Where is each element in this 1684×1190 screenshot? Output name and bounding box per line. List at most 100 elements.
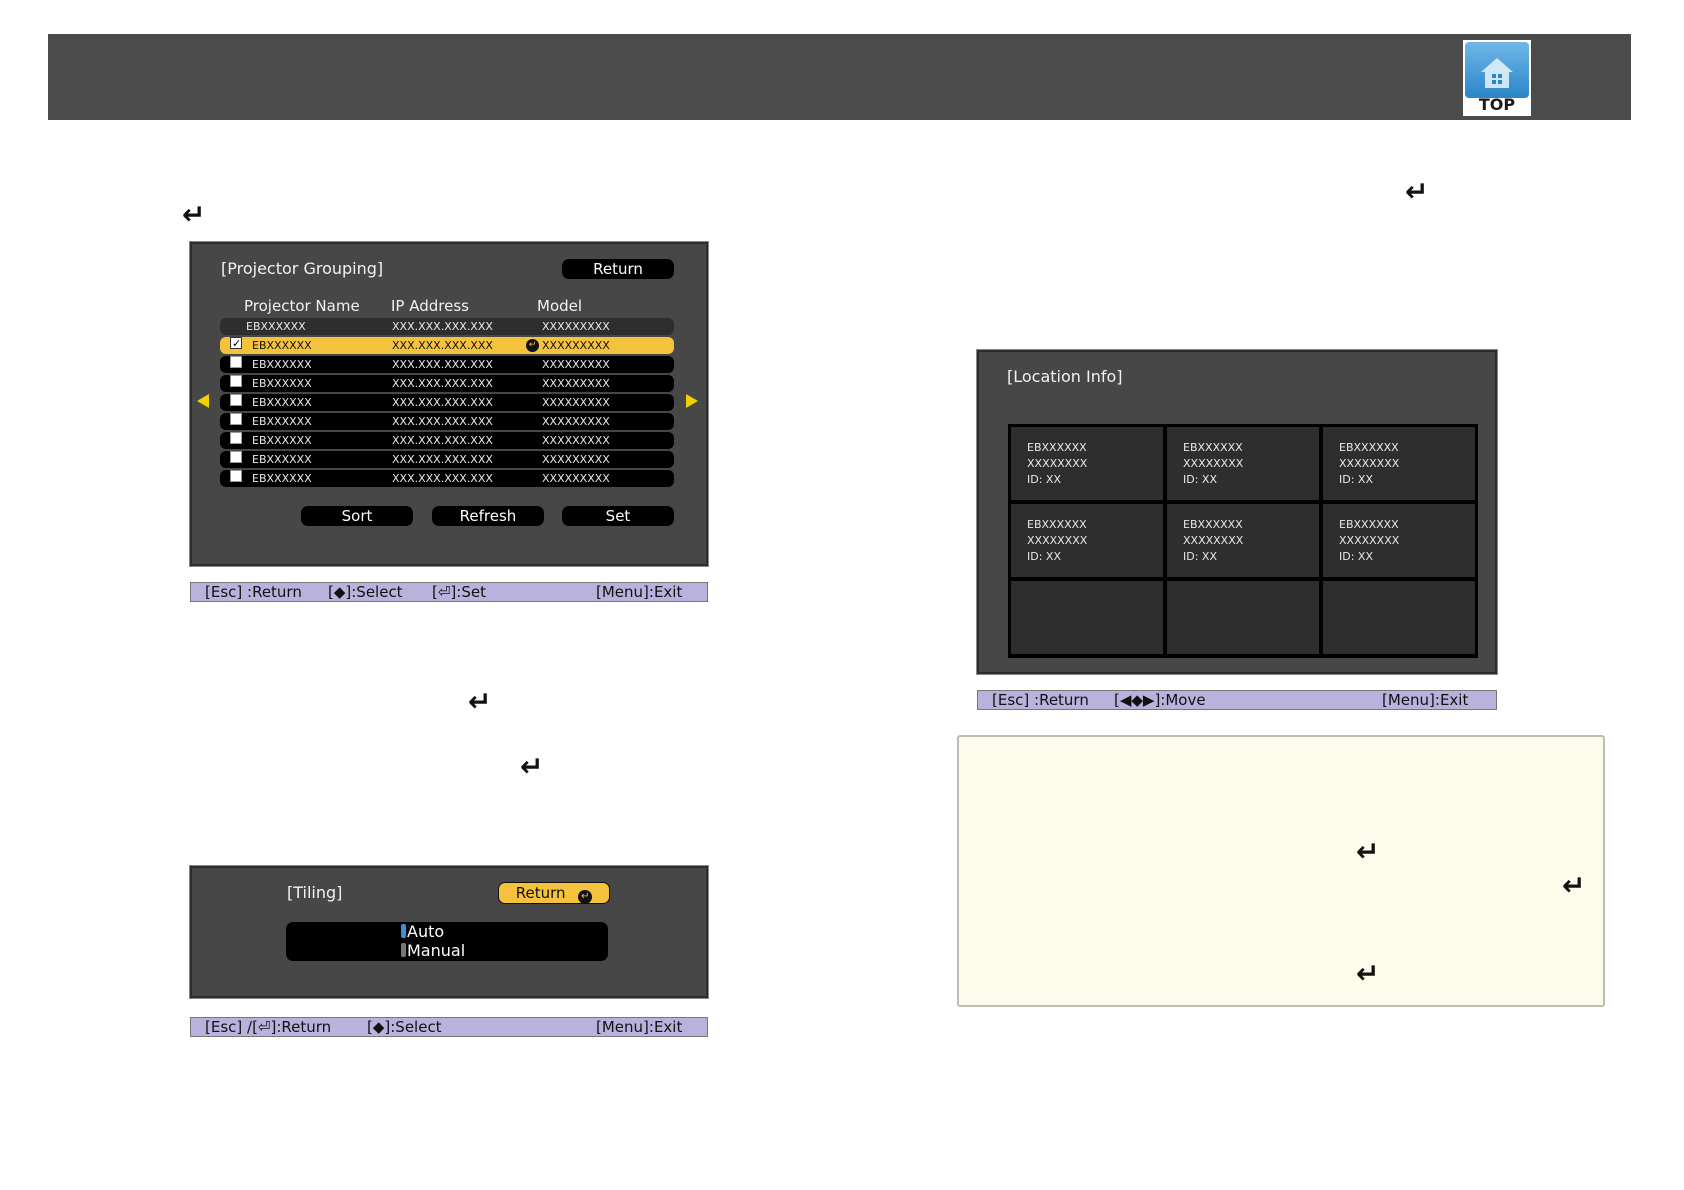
location-cell[interactable]: EBXXXXXX XXXXXXXX ID: XX [1166,503,1320,578]
checkbox[interactable] [230,470,242,482]
cell-id: ID: XX [1339,473,1373,486]
projector-ip: XXX.XXX.XXX.XXX [392,320,493,333]
projector-row[interactable]: EBXXXXXX XXX.XXX.XXX.XXX XXXXXXXXX [220,356,674,373]
projector-name: EBXXXXXX [252,377,312,390]
cell-projector-name: EBXXXXXX [1027,518,1087,531]
checkbox-checked[interactable]: ✓ [230,337,242,350]
status-menu: [Menu]:Exit [596,583,683,601]
cell-id: ID: XX [1183,550,1217,563]
status-esc: [Esc] :Return [205,583,302,601]
status-select: [◆]:Select [367,1018,442,1036]
enter-icon: ↵ [468,685,492,718]
top-link[interactable]: TOP [1463,40,1531,116]
projector-row[interactable]: EBXXXXXX XXX.XXX.XXX.XXX XXXXXXXXX [220,451,674,468]
note-box [957,735,1605,1007]
location-cell[interactable]: EBXXXXXX XXXXXXXX ID: XX [1010,503,1164,578]
projector-name: EBXXXXXX [252,415,312,428]
checkbox[interactable] [230,432,242,444]
projector-ip: XXX.XXX.XXX.XXX [392,377,493,390]
projector-ip: XXX.XXX.XXX.XXX [392,472,493,485]
page-left-arrow-icon[interactable] [197,394,209,408]
location-cell[interactable]: EBXXXXXX XXXXXXXX ID: XX [1322,503,1476,578]
projector-row[interactable]: EBXXXXXX XXX.XXX.XXX.XXX XXXXXXXXX [220,413,674,430]
cell-projector-name: EBXXXXXX [1183,441,1243,454]
enter-icon: ↵ [526,339,539,352]
projector-row[interactable]: EBXXXXXX XXX.XXX.XXX.XXX XXXXXXXXX [220,375,674,392]
refresh-button[interactable]: Refresh [432,506,544,526]
cell-projector-name: EBXXXXXX [1339,518,1399,531]
tiling-option-manual[interactable]: Manual [401,941,465,960]
tiling-option-auto[interactable]: Auto [401,922,444,941]
checkbox[interactable] [230,451,242,463]
check-icon: ✓ [232,337,242,350]
projector-name: EBXXXXXX [252,339,312,352]
projector-name: EBXXXXXX [246,320,306,333]
cell-model: XXXXXXXX [1183,534,1244,547]
status-esc: [Esc] /[⏎]:Return [205,1018,332,1036]
header-bar [48,34,1631,120]
projector-row[interactable]: ✓ EBXXXXXX XXX.XXX.XXX.XXX ↵ XXXXXXXXX [220,337,674,354]
location-cell[interactable]: EBXXXXXX XXXXXXXX ID: XX [1166,426,1320,501]
enter-icon: ↵ [1356,835,1380,868]
projector-name: EBXXXXXX [252,396,312,409]
cell-id: ID: XX [1027,473,1061,486]
projector-model: XXXXXXXXX [542,320,610,333]
tiling-return-label: Return [515,884,566,902]
projector-name: EBXXXXXX [252,453,312,466]
cell-model: XXXXXXXX [1027,457,1088,470]
cell-model: XXXXXXXX [1339,534,1400,547]
projector-model: XXXXXXXXX [542,358,610,371]
projector-ip: XXX.XXX.XXX.XXX [392,415,493,428]
location-info-status-bar: [Esc] :Return [◀◆▶]:Move [Menu]:Exit [977,690,1497,710]
cell-projector-name: EBXXXXXX [1183,518,1243,531]
projector-row[interactable]: EBXXXXXX XXX.XXX.XXX.XXX XXXXXXXXX [220,470,674,487]
projector-ip: XXX.XXX.XXX.XXX [392,358,493,371]
tiling-return-button[interactable]: Return ↵ [498,882,610,904]
projector-grouping-title: [Projector Grouping] [221,259,384,278]
status-select: [◆]:Select [328,583,403,601]
projector-name: EBXXXXXX [252,472,312,485]
projector-ip: XXX.XXX.XXX.XXX [392,434,493,447]
cell-model: XXXXXXXX [1027,534,1088,547]
column-header-ip-address: IP Address [391,297,469,315]
return-button[interactable]: Return [562,259,674,279]
location-cell[interactable] [1010,580,1164,655]
projector-grouping-status-bar: [Esc] :Return [◆]:Select [⏎]:Set [Menu]:… [190,582,708,602]
cell-model: XXXXXXXX [1183,457,1244,470]
status-menu: [Menu]:Exit [596,1018,683,1036]
page-right-arrow-icon[interactable] [686,394,698,408]
tiling-option-auto-label: Auto [407,922,445,941]
enter-icon: ↵ [578,890,593,904]
tiling-option-manual-label: Manual [407,941,466,960]
checkbox[interactable] [230,413,242,425]
projector-row[interactable]: EBXXXXXX XXX.XXX.XXX.XXX XXXXXXXXX [220,318,674,335]
status-esc: [Esc] :Return [992,691,1089,709]
sort-button[interactable]: Sort [301,506,413,526]
column-header-projector-name: Projector Name [244,297,360,315]
location-cell[interactable] [1322,580,1476,655]
enter-icon: ↵ [520,750,544,783]
projector-row[interactable]: EBXXXXXX XXX.XXX.XXX.XXX XXXXXXXXX [220,432,674,449]
cell-id: ID: XX [1183,473,1217,486]
checkbox[interactable] [230,356,242,368]
cell-id: ID: XX [1027,550,1061,563]
location-cell[interactable]: EBXXXXXX XXXXXXXX ID: XX [1010,426,1164,501]
projector-model: XXXXXXXXX [542,377,610,390]
projector-model: XXXXXXXXX [542,453,610,466]
checkbox[interactable] [230,394,242,406]
cell-model: XXXXXXXX [1339,457,1400,470]
location-cell[interactable] [1166,580,1320,655]
status-menu: [Menu]:Exit [1382,691,1469,709]
location-cell[interactable]: EBXXXXXX XXXXXXXX ID: XX [1322,426,1476,501]
projector-name: EBXXXXXX [252,434,312,447]
column-header-model: Model [537,297,583,315]
checkbox[interactable] [230,375,242,387]
set-button[interactable]: Set [562,506,674,526]
cell-projector-name: EBXXXXXX [1027,441,1087,454]
selected-indicator-icon [401,924,406,938]
cell-projector-name: EBXXXXXX [1339,441,1399,454]
projector-row[interactable]: EBXXXXXX XXX.XXX.XXX.XXX XXXXXXXXX [220,394,674,411]
projector-model: XXXXXXXXX [542,472,610,485]
status-move: [◀◆▶]:Move [1114,691,1206,709]
enter-icon: ↵ [1356,957,1380,990]
